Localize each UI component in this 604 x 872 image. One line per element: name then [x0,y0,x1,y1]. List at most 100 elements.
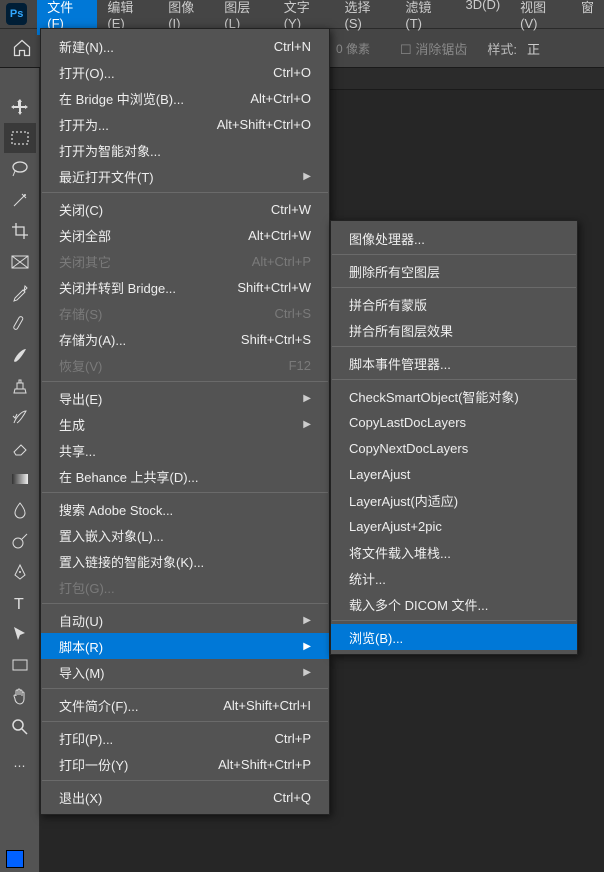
menu-separator [42,492,328,493]
rectangle-tool-icon[interactable] [4,650,36,680]
file-menu-item[interactable]: 在 Bridge 中浏览(B)...Alt+Ctrl+O [41,85,329,111]
home-icon[interactable] [8,34,36,62]
menu-item-label: 存储(S) [59,304,102,323]
menu-窗[interactable]: 窗 [571,0,604,35]
edit-toolbar-icon[interactable]: ⋯ [4,751,36,781]
crop-tool-icon[interactable] [4,216,36,246]
antialias-checkbox[interactable]: ☐ 消除锯齿 [400,39,467,58]
script-submenu-item[interactable]: 载入多个 DICOM 文件... [331,591,577,617]
menu-item-label: 退出(X) [59,788,102,807]
blur-tool-icon[interactable] [4,495,36,525]
file-menu-item[interactable]: 打印一份(Y)Alt+Shift+Ctrl+P [41,751,329,777]
menu-separator [332,379,576,380]
pen-tool-icon[interactable] [4,557,36,587]
file-menu-item[interactable]: 关闭(C) Ctrl+W [41,196,329,222]
script-submenu-item[interactable]: 删除所有空图层 [331,258,577,284]
submenu-arrow-icon: ▶ [303,667,311,678]
app-icon: Ps [6,3,27,25]
path-selection-tool-icon[interactable] [4,619,36,649]
menu-separator [42,603,328,604]
file-menu-item[interactable]: 导入(M)▶ [41,659,329,685]
file-menu-item[interactable]: 关闭全部Alt+Ctrl+W [41,222,329,248]
magic-wand-tool-icon[interactable] [4,185,36,215]
menu-视图(V)[interactable]: 视图(V) [510,0,571,35]
color-swatches[interactable] [6,850,24,868]
script-submenu-item[interactable]: 拼合所有蒙版 [331,291,577,317]
move-tool-icon[interactable] [4,92,36,122]
script-submenu-item[interactable]: 浏览(B)... [331,624,577,650]
menu-item-label: LayerAjust(内适应) [349,491,458,510]
hand-tool-icon[interactable] [4,681,36,711]
menu-item-label: LayerAjust [349,467,410,482]
menu-item-shortcut: Alt+Ctrl+P [252,254,311,269]
file-menu-item[interactable]: 最近打开文件(T)▶ [41,163,329,189]
script-submenu-item[interactable]: 图像处理器... [331,225,577,251]
menu-item-label: 打包(G)... [59,578,115,597]
menubar: Ps 文件(F)编辑(E)图像(I)图层(L)文字(Y)选择(S)滤镜(T)3D… [0,0,604,28]
menu-separator [42,780,328,781]
app-icon-text: Ps [10,8,23,20]
menu-item-shortcut: Ctrl+W [271,202,311,217]
script-submenu-item[interactable]: 脚本事件管理器... [331,350,577,376]
file-menu-item[interactable]: 打开为智能对象... [41,137,329,163]
style-value[interactable]: 正 [527,39,540,58]
file-menu-item[interactable]: 搜索 Adobe Stock... [41,496,329,522]
menu-item-label: 脚本(R) [59,637,103,656]
menu-item-label: 打开为... [59,115,109,134]
file-menu-item[interactable]: 打开(O)...Ctrl+O [41,59,329,85]
file-menu-item[interactable]: 导出(E)▶ [41,385,329,411]
file-menu-item[interactable]: 新建(N)...Ctrl+N [41,33,329,59]
script-submenu-item[interactable]: 拼合所有图层效果 [331,317,577,343]
file-menu-item[interactable]: 共享... [41,437,329,463]
submenu-arrow-icon: ▶ [303,171,311,182]
menu-item-label: CopyNextDocLayers [349,441,468,456]
menu-item-label: 关闭(C) [59,200,103,219]
file-menu-item[interactable]: 存储为(A)...Shift+Ctrl+S [41,326,329,352]
script-submenu-item[interactable]: LayerAjust+2pic [331,513,577,539]
menu-item-label: CheckSmartObject(智能对象) [349,387,519,406]
menu-滤镜(T)[interactable]: 滤镜(T) [395,0,455,35]
dodge-tool-icon[interactable] [4,526,36,556]
menu-item-shortcut: Alt+Shift+Ctrl+I [223,698,311,713]
brush-tool-icon[interactable] [4,340,36,370]
healing-brush-tool-icon[interactable] [4,309,36,339]
file-menu-item[interactable]: 生成▶ [41,411,329,437]
frame-tool-icon[interactable] [4,247,36,277]
foreground-color[interactable] [6,850,24,868]
script-submenu-item[interactable]: 统计... [331,565,577,591]
script-submenu-item[interactable]: CopyLastDocLayers [331,409,577,435]
menu-3D(D)[interactable]: 3D(D) [456,0,511,35]
script-submenu-item[interactable]: 将文件载入堆栈... [331,539,577,565]
lasso-tool-icon[interactable] [4,154,36,184]
file-menu-item[interactable]: 关闭并转到 Bridge...Shift+Ctrl+W [41,274,329,300]
menu-选择(S)[interactable]: 选择(S) [335,0,396,35]
script-submenu-item[interactable]: LayerAjust(内适应) [331,487,577,513]
gradient-tool-icon[interactable] [4,464,36,494]
eraser-tool-icon[interactable] [4,433,36,463]
file-menu-item[interactable]: 退出(X)Ctrl+Q [41,784,329,810]
script-submenu-item[interactable]: CopyNextDocLayers [331,435,577,461]
menu-item-label: 拼合所有图层效果 [349,321,453,340]
file-menu-item[interactable]: 脚本(R)▶ [41,633,329,659]
script-submenu-item[interactable]: LayerAjust [331,461,577,487]
file-menu-item[interactable]: 置入链接的智能对象(K)... [41,548,329,574]
menu-item-shortcut: Ctrl+O [273,65,311,80]
clone-stamp-tool-icon[interactable] [4,371,36,401]
type-tool-icon[interactable]: T [4,588,36,618]
file-menu-item[interactable]: 自动(U)▶ [41,607,329,633]
file-menu-item[interactable]: 打开为...Alt+Shift+Ctrl+O [41,111,329,137]
history-brush-tool-icon[interactable] [4,402,36,432]
file-menu-item[interactable]: 在 Behance 上共享(D)... [41,463,329,489]
file-menu-item[interactable]: 置入嵌入对象(L)... [41,522,329,548]
menu-item-shortcut: Ctrl+N [274,39,311,54]
menu-item-shortcut: Shift+Ctrl+W [237,280,311,295]
file-menu-item[interactable]: 打印(P)...Ctrl+P [41,725,329,751]
eyedropper-tool-icon[interactable] [4,278,36,308]
menu-item-label: 恢复(V) [59,356,102,375]
script-submenu-item[interactable]: CheckSmartObject(智能对象) [331,383,577,409]
menu-separator [332,287,576,288]
file-menu-item[interactable]: 文件简介(F)...Alt+Shift+Ctrl+I [41,692,329,718]
menu-item-label: 打印一份(Y) [59,755,128,774]
marquee-tool-icon[interactable] [4,123,36,153]
zoom-tool-icon[interactable] [4,712,36,742]
